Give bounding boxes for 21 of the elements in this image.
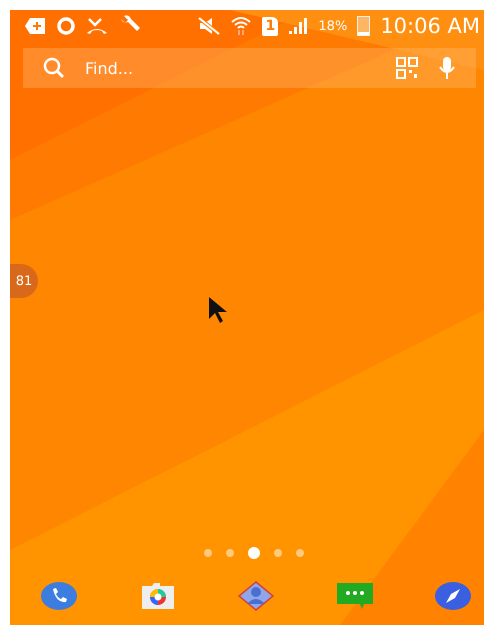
dock-app[interactable] xyxy=(40,579,78,613)
missed-call-icon xyxy=(86,17,108,35)
search-icon xyxy=(43,57,65,79)
sim-slot: 1 xyxy=(262,16,278,36)
contacts-icon xyxy=(238,581,274,611)
phone-icon xyxy=(41,581,77,611)
qr-code-icon[interactable] xyxy=(396,57,418,79)
battery-percent: 18% xyxy=(318,18,348,34)
signal-icon xyxy=(288,17,308,35)
notification-plus-icon xyxy=(24,17,46,35)
battery-icon xyxy=(357,16,370,36)
ring-icon xyxy=(56,16,76,36)
search-bar[interactable]: Find... xyxy=(23,48,476,88)
microphone-icon[interactable] xyxy=(438,56,456,80)
messages-icon xyxy=(336,582,374,610)
compass-icon xyxy=(435,581,471,611)
clock-time: 10:06 AM xyxy=(380,14,480,38)
search-placeholder: Find... xyxy=(85,58,134,78)
wifi-icon xyxy=(230,16,252,36)
dock-app[interactable] xyxy=(434,579,472,613)
mute-icon xyxy=(198,17,220,35)
